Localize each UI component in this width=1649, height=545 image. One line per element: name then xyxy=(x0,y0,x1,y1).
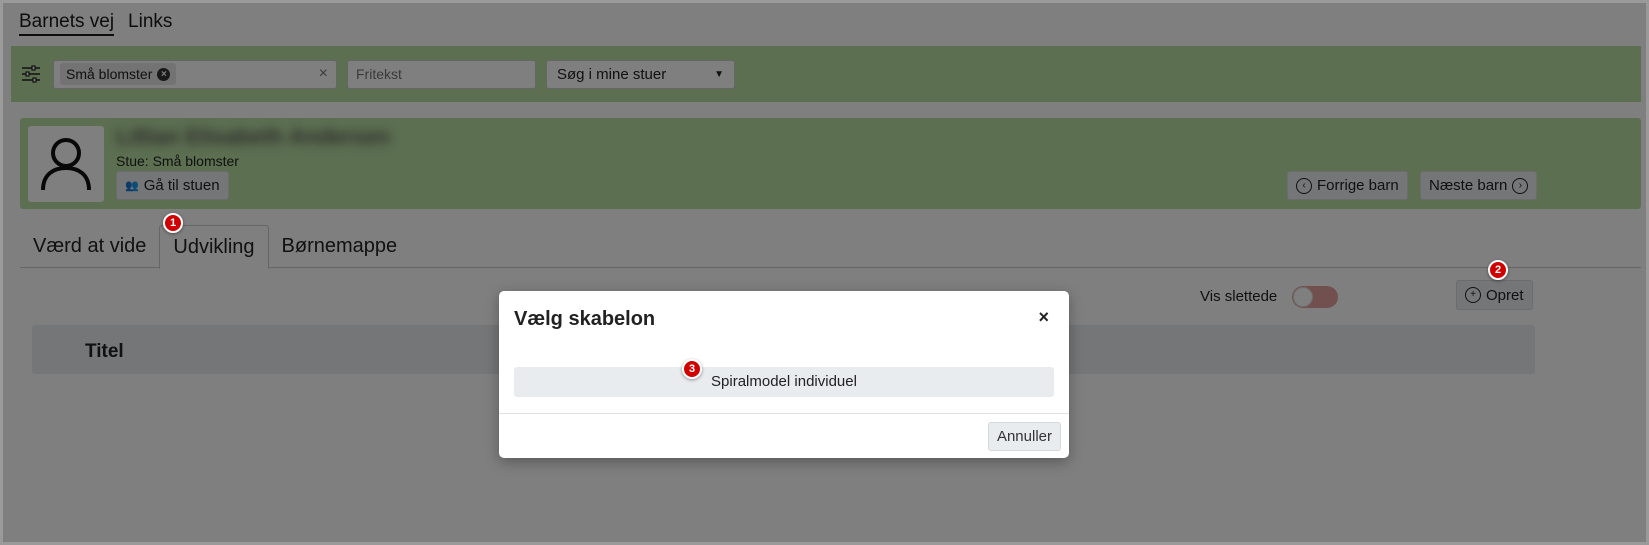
step-badge-2: 2 xyxy=(1488,260,1508,280)
modal-footer: Annuller xyxy=(499,413,1069,458)
cancel-button[interactable]: Annuller xyxy=(987,422,1061,451)
modal-title: Vælg skabelon xyxy=(514,308,656,330)
step-badge-1: 1 xyxy=(163,213,183,233)
template-option-spiralmodel[interactable]: Spiralmodel individuel xyxy=(514,367,1054,397)
app-frame: Barnets vej Links Små blomster × × Søg i… xyxy=(0,0,1649,545)
step-badge-3: 3 xyxy=(682,359,702,379)
close-icon[interactable]: × xyxy=(1038,307,1049,328)
modal-backdrop[interactable] xyxy=(3,3,1646,542)
template-modal: Vælg skabelon × Spiralmodel individuel A… xyxy=(499,291,1069,458)
